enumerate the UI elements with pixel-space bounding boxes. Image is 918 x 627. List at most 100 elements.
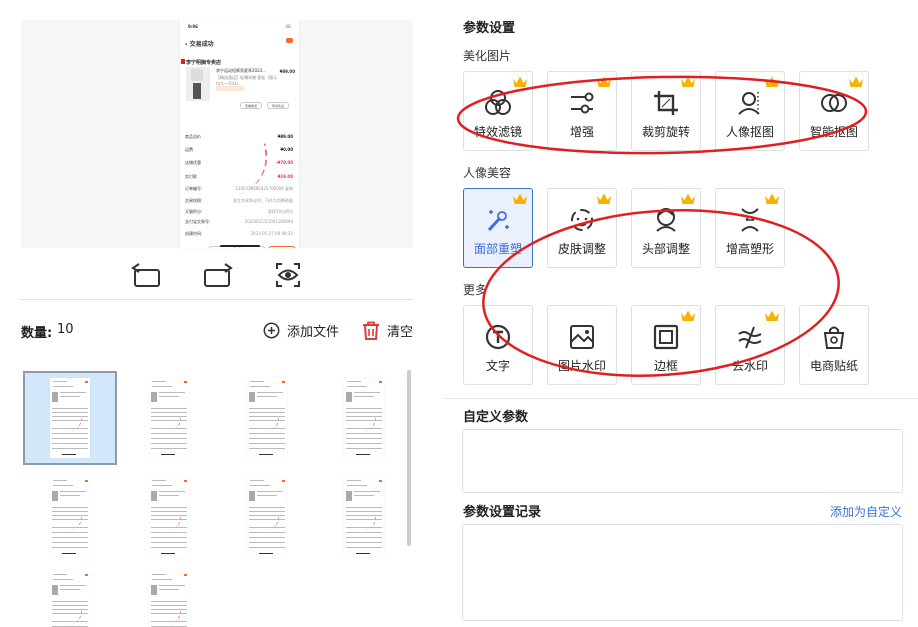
tool-card[interactable]: 特效滤镜	[463, 71, 533, 151]
tool-card[interactable]: 智能抠图	[799, 71, 869, 151]
plus-circle-icon	[263, 322, 280, 338]
tool-card[interactable]: 面部重塑	[463, 188, 533, 268]
crown-icon	[680, 74, 696, 88]
tool-card[interactable]: 皮肤调整	[547, 188, 617, 268]
preview-row-key: 交易快照:	[185, 198, 203, 203]
crown-icon	[764, 74, 780, 88]
preview-product-tag	[216, 86, 244, 91]
rotate-left-button[interactable]	[128, 260, 162, 290]
thumbnail-item[interactable]	[122, 564, 216, 627]
preview-eye-button[interactable]	[271, 260, 305, 290]
clear-label: 清空	[387, 324, 414, 340]
tool-card[interactable]: 增高塑形	[715, 188, 785, 268]
crown-icon	[764, 308, 780, 322]
head-icon	[651, 205, 681, 235]
thumbnail-image	[50, 378, 90, 458]
preview-row: 创建时间: 2023-05-27 08:48:32	[185, 231, 293, 237]
body-shape-icon	[735, 205, 765, 235]
tool-label: 电商贴纸	[809, 359, 858, 373]
tool-card[interactable]: 裁剪旋转	[631, 71, 701, 151]
tool-label: 增高塑形	[725, 242, 774, 256]
tool-label: 面部重塑	[473, 242, 522, 256]
tool-label: 边框	[653, 359, 678, 373]
tool-label: 特效滤镜	[473, 125, 522, 139]
tool-label: 皮肤调整	[557, 242, 606, 256]
add-file-label: 添加文件	[287, 324, 340, 340]
thumbnail-item[interactable]	[23, 470, 117, 564]
preview-image: 9:06 4G ‹ 交易成功 李宁明胸专卖店 李宁运动短裤男夏季2023... …	[180, 20, 299, 248]
record-box[interactable]	[462, 524, 903, 621]
count-value: 10	[57, 322, 74, 337]
tool-card[interactable]: 文字	[463, 305, 533, 385]
preview-row-value: 2023052722001160094	[244, 219, 293, 224]
thumbnail-item[interactable]	[23, 371, 117, 465]
tool-card[interactable]: 增强	[547, 71, 617, 151]
tool-card[interactable]: 边框	[631, 305, 701, 385]
tool-label: 文字	[485, 359, 510, 373]
trash-icon	[363, 321, 379, 340]
tool-card[interactable]: 头部调整	[631, 188, 701, 268]
preview-row: 天猫积分: 获得19点积分	[185, 209, 293, 215]
rotate-right-button[interactable]	[202, 260, 236, 290]
crown-icon	[680, 191, 696, 205]
thumbnail-image	[149, 477, 189, 557]
preview-row-value: ¥0.00	[280, 147, 293, 152]
right-panel: 参数设置 美化图片 特效滤镜 增强 裁剪旋转 人像抠图 智能抠图 人像美容 面部重塑 皮肤调整 头…	[443, 0, 918, 627]
tool-card[interactable]: 人像抠图	[715, 71, 785, 151]
crown-icon	[764, 191, 780, 205]
tool-label: 人像抠图	[725, 125, 774, 139]
preview-row-value: ¥19.00	[277, 174, 293, 179]
smart-cutout-icon	[819, 88, 849, 118]
custom-params-box[interactable]	[462, 429, 903, 493]
thumbnail-scrollbar[interactable]	[407, 370, 411, 546]
thumbnail-image	[50, 571, 90, 627]
preview-row-key: 实付款	[185, 174, 197, 179]
tool-label: 裁剪旋转	[641, 125, 690, 139]
tool-card[interactable]: 去水印	[715, 305, 785, 385]
custom-params-title: 自定义参数	[463, 410, 529, 425]
crown-icon	[596, 74, 612, 88]
thumbnail-item[interactable]	[122, 371, 216, 465]
preview-row-value: 2023-05-27 08:48:32	[250, 231, 293, 236]
preview-row-value: 获得19点积分	[267, 209, 293, 214]
filter-icon	[483, 88, 513, 118]
preview-row-key: 创建时间:	[185, 231, 203, 236]
add-custom-link[interactable]: 添加为自定义	[830, 503, 902, 520]
thumbnail-item[interactable]	[317, 371, 402, 465]
thumbnail-item[interactable]	[220, 470, 314, 564]
thumbnail-item[interactable]	[220, 371, 314, 465]
preview-status-right: 4G	[285, 24, 291, 29]
add-file-button[interactable]: 添加文件	[263, 320, 339, 340]
preview-row-key: 店铺优惠	[185, 160, 201, 165]
crown-icon	[512, 74, 528, 88]
rotate-right-icon	[204, 263, 233, 287]
preview-footer-btn	[268, 246, 296, 248]
preview-btn-1: 查看物流	[240, 102, 262, 109]
eye-icon	[276, 263, 300, 287]
preview-row-value: ¥89.00	[277, 134, 293, 139]
preview-nav-title-text: 交易成功	[189, 41, 214, 48]
portrait-cutout-icon	[735, 88, 765, 118]
thumbnail-item[interactable]	[317, 470, 402, 564]
preview-shop-icon	[181, 59, 185, 64]
crown-icon	[848, 74, 864, 88]
border-icon	[651, 322, 681, 352]
thumbnail-image	[247, 378, 287, 458]
thumbnail-item[interactable]	[122, 470, 216, 564]
preview-menu-icon	[286, 38, 293, 43]
preview-status-time: 9:06	[188, 24, 198, 29]
thumbnail-item[interactable]	[23, 564, 117, 627]
thumbnail-grid	[20, 368, 402, 627]
tool-card[interactable]: 图片水印	[547, 305, 617, 385]
magic-wand-icon	[483, 205, 513, 235]
crown-icon	[512, 191, 528, 205]
preview-row-key: 天猫积分:	[185, 209, 203, 214]
clear-button[interactable]: 清空	[362, 320, 413, 340]
group-label: 美化图片	[463, 49, 512, 63]
sticker-icon	[819, 322, 849, 352]
thumbnail-image	[247, 477, 287, 557]
thumbnail-image	[50, 477, 90, 557]
thumbnail-image	[344, 477, 384, 557]
tool-card[interactable]: 电商贴纸	[799, 305, 869, 385]
preview-product-title: 李宁运动短裤男夏季2023...	[216, 68, 266, 73]
